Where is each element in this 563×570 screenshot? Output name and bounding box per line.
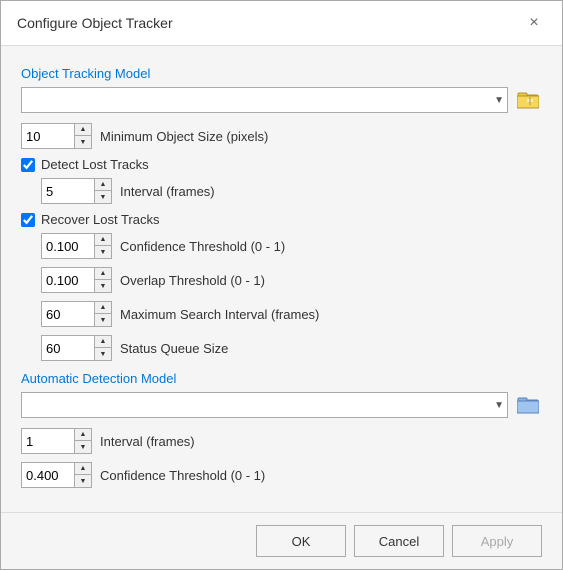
tracking-model-dropdown[interactable]: [21, 87, 508, 113]
min-object-size-spinner-buttons: ▲ ▼: [74, 124, 91, 148]
max-search-interval-spinner: ▲ ▼: [41, 301, 112, 327]
auto-confidence-row: ▲ ▼ Confidence Threshold (0 - 1): [21, 462, 542, 488]
auto-interval-down[interactable]: ▼: [75, 441, 91, 453]
confidence-threshold-row: ▲ ▼ Confidence Threshold (0 - 1): [21, 233, 542, 259]
auto-interval-row: ▲ ▼ Interval (frames): [21, 428, 542, 454]
confidence-threshold-up[interactable]: ▲: [95, 234, 111, 246]
confidence-threshold-spinner: ▲ ▼: [41, 233, 112, 259]
tracking-model-dropdown-wrapper: ▼: [21, 87, 508, 113]
recover-lost-tracks-row: Recover Lost Tracks: [21, 212, 542, 227]
max-search-interval-down[interactable]: ▼: [95, 314, 111, 326]
ok-button[interactable]: OK: [256, 525, 346, 557]
detect-interval-up[interactable]: ▲: [95, 179, 111, 191]
apply-button[interactable]: Apply: [452, 525, 542, 557]
overlap-threshold-spinner: ▲ ▼: [41, 267, 112, 293]
overlap-threshold-up[interactable]: ▲: [95, 268, 111, 280]
auto-interval-spinner: ▲ ▼: [21, 428, 92, 454]
detect-interval-label: Interval (frames): [120, 184, 215, 199]
auto-confidence-spinner-buttons: ▲ ▼: [74, 463, 91, 487]
min-object-size-row: ▲ ▼ Minimum Object Size (pixels): [21, 123, 542, 149]
max-search-interval-row: ▲ ▼ Maximum Search Interval (frames): [21, 301, 542, 327]
status-queue-down[interactable]: ▼: [95, 348, 111, 360]
overlap-threshold-row: ▲ ▼ Overlap Threshold (0 - 1): [21, 267, 542, 293]
status-queue-spinner: ▲ ▼: [41, 335, 112, 361]
detect-interval-spinner-buttons: ▲ ▼: [94, 179, 111, 203]
confidence-threshold-down[interactable]: ▼: [95, 246, 111, 258]
tracking-model-row: ▼: [21, 87, 542, 113]
auto-confidence-up[interactable]: ▲: [75, 463, 91, 475]
auto-detection-folder-icon[interactable]: [514, 392, 542, 418]
max-search-interval-input[interactable]: [42, 302, 94, 326]
auto-detection-dropdown-wrapper: ▼: [21, 392, 508, 418]
auto-confidence-down[interactable]: ▼: [75, 475, 91, 487]
auto-detection-row: ▼: [21, 392, 542, 418]
auto-interval-spinner-buttons: ▲ ▼: [74, 429, 91, 453]
min-object-size-spinner: ▲ ▼: [21, 123, 92, 149]
confidence-threshold-spinner-buttons: ▲ ▼: [94, 234, 111, 258]
auto-confidence-label: Confidence Threshold (0 - 1): [100, 468, 265, 483]
min-object-size-down[interactable]: ▼: [75, 136, 91, 148]
confidence-threshold-input[interactable]: [42, 234, 94, 258]
title-bar: Configure Object Tracker ×: [1, 1, 562, 46]
status-queue-label: Status Queue Size: [120, 341, 228, 356]
auto-interval-input[interactable]: [22, 429, 74, 453]
folder-svg: [517, 90, 539, 110]
status-queue-spinner-buttons: ▲ ▼: [94, 336, 111, 360]
min-object-size-label: Minimum Object Size (pixels): [100, 129, 268, 144]
detect-interval-row: ▲ ▼ Interval (frames): [21, 178, 542, 204]
detect-lost-tracks-checkbox[interactable]: [21, 158, 35, 172]
overlap-threshold-spinner-buttons: ▲ ▼: [94, 268, 111, 292]
detect-interval-input[interactable]: [42, 179, 94, 203]
close-button[interactable]: ×: [522, 11, 546, 35]
auto-confidence-spinner: ▲ ▼: [21, 462, 92, 488]
max-search-interval-up[interactable]: ▲: [95, 302, 111, 314]
detect-interval-down[interactable]: ▼: [95, 191, 111, 203]
overlap-threshold-down[interactable]: ▼: [95, 280, 111, 292]
max-search-interval-label: Maximum Search Interval (frames): [120, 307, 319, 322]
max-search-interval-spinner-buttons: ▲ ▼: [94, 302, 111, 326]
recover-lost-tracks-label: Recover Lost Tracks: [41, 212, 160, 227]
recover-lost-tracks-checkbox[interactable]: [21, 213, 35, 227]
min-object-size-up[interactable]: ▲: [75, 124, 91, 136]
detect-lost-tracks-row: Detect Lost Tracks: [21, 157, 542, 172]
auto-detection-label: Automatic Detection Model: [21, 371, 542, 386]
detect-interval-spinner: ▲ ▼: [41, 178, 112, 204]
auto-interval-label: Interval (frames): [100, 434, 195, 449]
auto-interval-up[interactable]: ▲: [75, 429, 91, 441]
detect-lost-tracks-label: Detect Lost Tracks: [41, 157, 149, 172]
auto-detection-dropdown[interactable]: [21, 392, 508, 418]
tracking-model-folder-icon[interactable]: [514, 87, 542, 113]
tracking-model-label: Object Tracking Model: [21, 66, 542, 81]
status-queue-row: ▲ ▼ Status Queue Size: [21, 335, 542, 361]
configure-object-tracker-dialog: Configure Object Tracker × Object Tracki…: [0, 0, 563, 570]
overlap-threshold-label: Overlap Threshold (0 - 1): [120, 273, 265, 288]
overlap-threshold-input[interactable]: [42, 268, 94, 292]
dialog-title: Configure Object Tracker: [17, 15, 173, 31]
min-object-size-input[interactable]: [22, 124, 74, 148]
status-queue-up[interactable]: ▲: [95, 336, 111, 348]
auto-folder-svg: [517, 395, 539, 415]
confidence-threshold-label: Confidence Threshold (0 - 1): [120, 239, 285, 254]
auto-confidence-input[interactable]: [22, 463, 74, 487]
cancel-button[interactable]: Cancel: [354, 525, 444, 557]
dialog-footer: OK Cancel Apply: [1, 512, 562, 569]
status-queue-input[interactable]: [42, 336, 94, 360]
dialog-content: Object Tracking Model ▼: [1, 46, 562, 512]
